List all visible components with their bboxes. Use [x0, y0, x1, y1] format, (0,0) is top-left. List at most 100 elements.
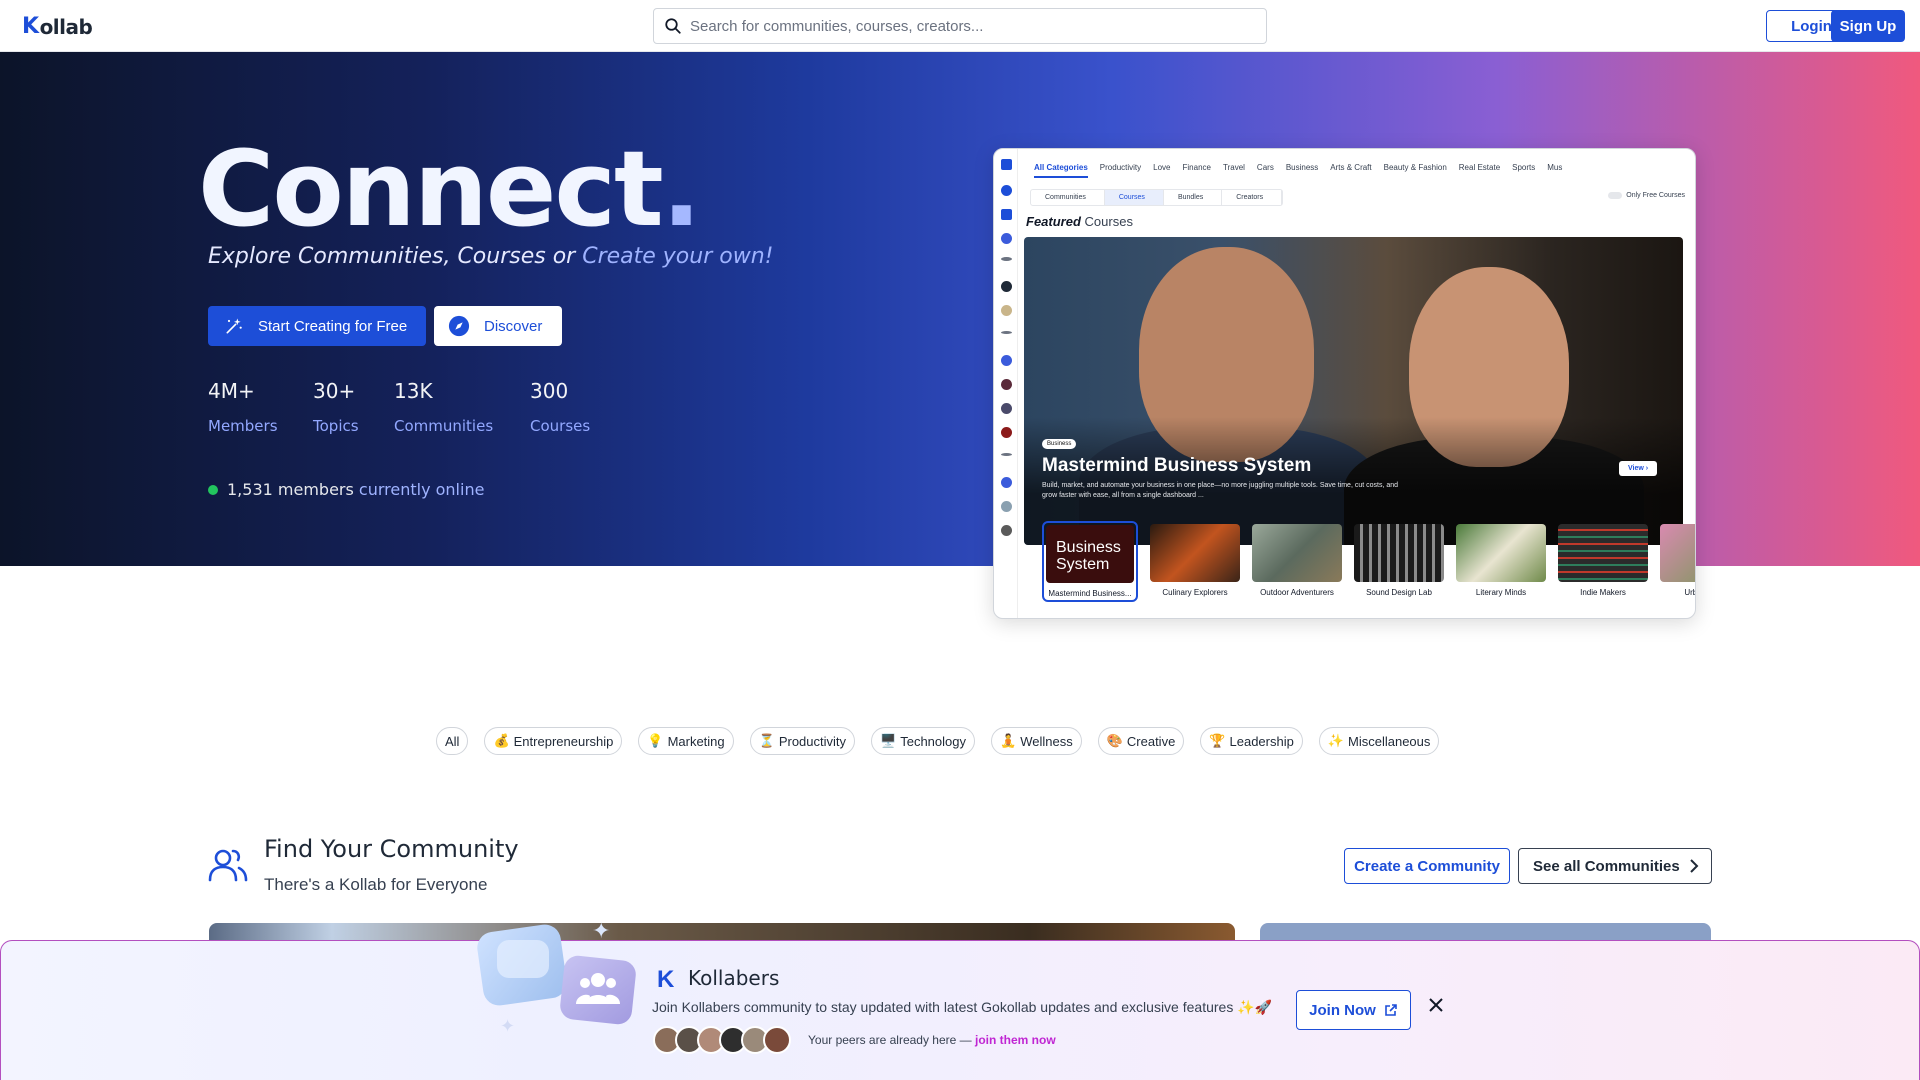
chip-label: All: [445, 733, 460, 749]
online-status: 1,531 members currently online: [208, 480, 484, 499]
join-now-label: Join Now: [1309, 1001, 1376, 1019]
external-link-icon: [1385, 1004, 1397, 1016]
chat-bubble-inner: [497, 940, 549, 978]
chip-technology[interactable]: 🖥️ Technology: [871, 727, 975, 755]
app-preview-card: All Categories Productivity Love Finance…: [993, 148, 1696, 619]
preview-tab-courses[interactable]: Courses: [1104, 190, 1164, 205]
join-now-button[interactable]: Join Now: [1296, 990, 1411, 1030]
hero-title: Connect.: [198, 128, 701, 250]
chip-leadership[interactable]: 🏆 Leadership: [1200, 727, 1303, 755]
create-community-button[interactable]: Create a Community: [1344, 848, 1510, 884]
preview-category[interactable]: Productivity: [1100, 163, 1141, 178]
chip-marketing[interactable]: 💡 Marketing: [638, 727, 734, 755]
preview-thumb[interactable]: Sound Design Lab: [1354, 524, 1444, 602]
chevron-right-icon: ›: [1645, 465, 1649, 472]
chip-entrepreneurship[interactable]: 💰 Entrepreneurship: [484, 727, 623, 755]
thumb-image: [1456, 524, 1546, 582]
stat-label: Topics: [313, 417, 359, 435]
sparkles-icon: ✨: [1327, 733, 1345, 748]
preview-category[interactable]: Finance: [1183, 163, 1211, 178]
chip-productivity[interactable]: ⏳ Productivity: [749, 727, 856, 755]
chip-label: Wellness: [1020, 733, 1073, 749]
preview-view-button[interactable]: View ›: [1619, 461, 1658, 476]
start-creating-button[interactable]: Start Creating for Free: [208, 306, 426, 346]
top-navbar: Kollab Login Sign Up: [0, 0, 1920, 52]
computer-icon: 🖥️: [880, 733, 897, 748]
people-icon: [576, 970, 620, 1014]
thumb-caption: Culinary Explorers: [1162, 588, 1228, 597]
preview-category[interactable]: Love: [1153, 163, 1170, 178]
discover-button[interactable]: Discover: [434, 306, 562, 346]
preview-tab-creators[interactable]: Creators: [1222, 190, 1283, 205]
stat-courses: 300 Courses: [530, 379, 590, 435]
chip-wellness[interactable]: 🧘 Wellness: [991, 727, 1082, 755]
preview-thumb[interactable]: Business System Mastermind Business...: [1042, 521, 1138, 602]
hero-title-text: Connect: [198, 128, 664, 250]
preview-thumb[interactable]: Urban Ga...: [1660, 524, 1695, 602]
see-all-communities-button[interactable]: See all Communities: [1518, 848, 1712, 884]
chip-creative[interactable]: 🎨 Creative: [1097, 727, 1185, 755]
chip-all[interactable]: All: [436, 727, 469, 755]
banner-description: Join Kollabers community to stay updated…: [652, 999, 1273, 1015]
thumb-image: Business System: [1046, 525, 1134, 583]
preview-featured-banner[interactable]: Business Mastermind Business System Buil…: [1024, 237, 1683, 545]
preview-logo-icon: [1001, 159, 1012, 170]
users-icon: [208, 849, 248, 882]
search-bar[interactable]: [653, 8, 1267, 44]
preview-course-desc: Build, market, and automate your busines…: [1042, 482, 1399, 499]
preview-thumb[interactable]: Indie Makers: [1558, 524, 1648, 602]
logo-text: ollab: [39, 14, 93, 39]
compass-icon: [448, 315, 470, 337]
preview-category[interactable]: Business: [1286, 163, 1318, 178]
preview-tab-communities[interactable]: Communities: [1031, 190, 1105, 205]
thumb-caption: Urban Ga...: [1684, 588, 1695, 597]
signup-button[interactable]: Sign Up: [1831, 10, 1905, 42]
preview-category[interactable]: Beauty & Fashion: [1384, 163, 1447, 178]
preview-thumbnail-strip: Business System Mastermind Business... C…: [1042, 521, 1695, 602]
hero-subtitle-part2: Courses or: [457, 244, 583, 269]
search-input[interactable]: [690, 17, 1266, 35]
thumb-image: [1150, 524, 1240, 582]
thumb-caption: Literary Minds: [1475, 588, 1527, 597]
stat-number: 30+: [313, 379, 356, 403]
hero-title-dot: .: [661, 128, 701, 250]
discover-label: Discover: [484, 317, 543, 335]
preview-category[interactable]: Travel: [1223, 163, 1245, 178]
toggle-icon: [1608, 192, 1623, 199]
preview-category[interactable]: Mus: [1547, 163, 1562, 178]
chip-miscellaneous[interactable]: ✨ Miscellaneous: [1318, 727, 1440, 755]
view-label: View: [1628, 465, 1644, 472]
preview-thumb[interactable]: Outdoor Adventurers: [1252, 524, 1342, 602]
featured-word: Featured: [1026, 214, 1081, 229]
preview-category[interactable]: Sports: [1512, 163, 1535, 178]
preview-tab-bundles[interactable]: Bundles: [1164, 190, 1223, 205]
preview-thumb[interactable]: Culinary Explorers: [1150, 524, 1240, 602]
chevron-right-icon: [1690, 859, 1699, 873]
preview-thumb[interactable]: Literary Minds: [1456, 524, 1546, 602]
preview-compass-icon: [1001, 185, 1012, 196]
hero-subtitle-part1: Explore Communities,: [208, 244, 458, 269]
preview-category[interactable]: Arts & Craft: [1330, 163, 1371, 178]
preview-nav-icon: [1001, 257, 1012, 261]
preview-avatar-icon: [1001, 281, 1012, 292]
preview-category[interactable]: All Categories: [1034, 163, 1088, 178]
preview-more-icon: [1001, 331, 1012, 334]
preview-category[interactable]: Real Estate: [1459, 163, 1500, 178]
close-banner-button[interactable]: [1426, 995, 1446, 1015]
preview-category[interactable]: Cars: [1257, 163, 1274, 178]
kollab-logo[interactable]: Kollab: [22, 14, 93, 39]
chip-label: Technology: [900, 733, 966, 749]
stat-number: 300: [530, 379, 569, 403]
avatar: [763, 1026, 791, 1054]
join-them-link[interactable]: join them now: [975, 1033, 1056, 1047]
start-creating-label: Start Creating for Free: [258, 317, 408, 335]
preview-free-toggle[interactable]: Only Free Courses: [1608, 192, 1685, 199]
hero-subtitle: Explore Communities, Courses or Create y…: [208, 244, 773, 269]
find-community-subtitle: There's a Kollab for Everyone: [264, 875, 488, 894]
palette-icon: 🎨: [1106, 733, 1123, 748]
chip-label: Miscellaneous: [1348, 733, 1431, 749]
preview-avatar-icon: [1001, 403, 1012, 414]
find-community-title: Find Your Community: [264, 835, 519, 863]
peers-text: Your peers are already here — join them …: [808, 1033, 1056, 1047]
thumb-caption: Outdoor Adventurers: [1260, 588, 1334, 597]
